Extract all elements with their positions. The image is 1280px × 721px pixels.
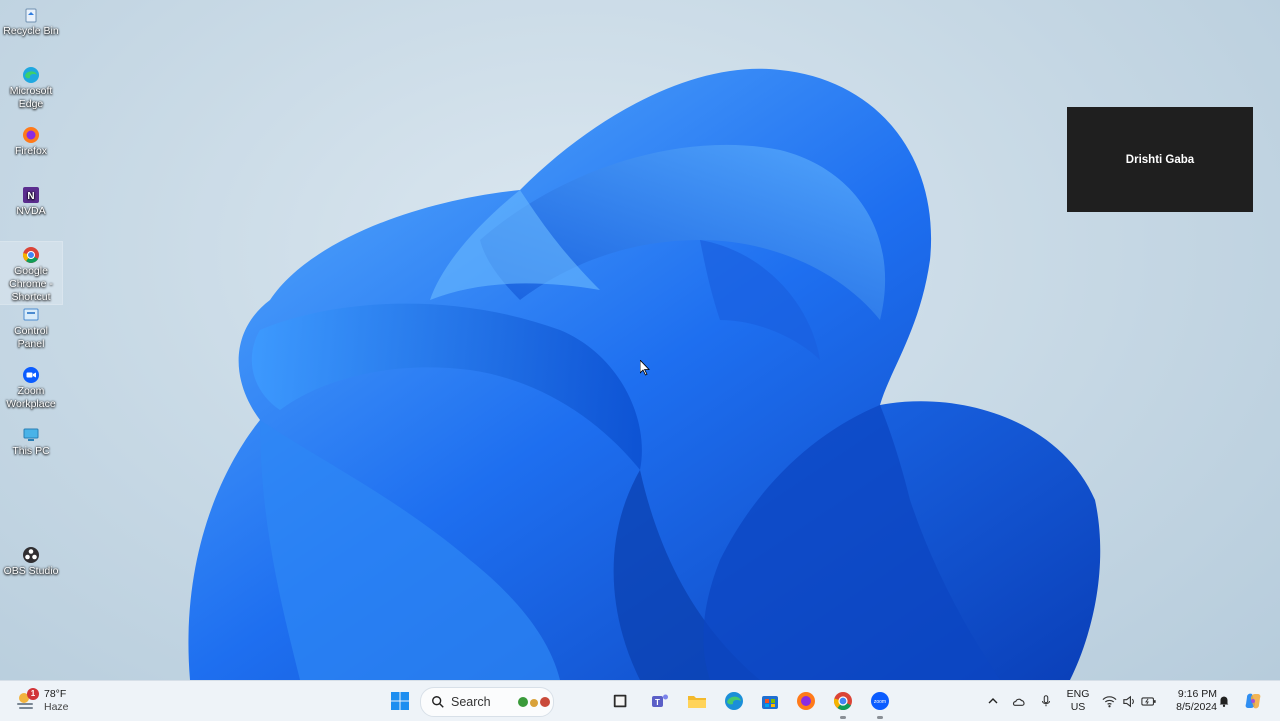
desktop-icon-chrome[interactable]: Google Chrome - Shortcut: [0, 241, 63, 305]
language-indicator[interactable]: ENG US: [1064, 688, 1092, 714]
chrome-icon: [833, 692, 852, 711]
taskbar-firefox[interactable]: [794, 689, 818, 713]
taskbar-file-explorer[interactable]: [685, 689, 709, 713]
chevron-up-icon: [988, 698, 998, 704]
windows-start-icon: [391, 692, 409, 710]
mouse-cursor-icon: [640, 360, 650, 376]
onedrive-tray[interactable]: [1007, 689, 1031, 713]
desktop-icon-obs[interactable]: OBS Studio: [0, 542, 62, 578]
desktop-icon-label: This PC: [12, 445, 50, 457]
weather-temperature: 78°F: [44, 688, 67, 700]
zoom-icon: [23, 367, 39, 383]
taskbar-edge[interactable]: [722, 689, 746, 713]
language-region: US: [1070, 701, 1086, 713]
desktop-icon-firefox[interactable]: Firefox: [0, 122, 62, 158]
nvda-icon: N: [23, 187, 39, 203]
control-panel-icon: [23, 308, 39, 321]
this-pc-icon: [23, 428, 39, 441]
taskbar-chrome[interactable]: [831, 689, 855, 719]
notification-badge: 1: [27, 688, 39, 700]
language-code: ENG: [1066, 688, 1090, 700]
wallpaper-bloom: [188, 68, 1101, 680]
show-hidden-icons-button[interactable]: [981, 689, 1005, 713]
onedrive-icon: [1012, 698, 1025, 706]
notifications-button[interactable]: [1212, 689, 1236, 713]
svg-text:N: N: [27, 191, 34, 202]
desktop-icon-control-panel[interactable]: Control Panel: [0, 302, 62, 351]
copilot-icon: [1245, 693, 1261, 709]
desktop-icon-label: OBS Studio: [3, 565, 59, 577]
chrome-icon: [23, 247, 39, 263]
desktop-icon-this-pc[interactable]: This PC: [0, 422, 62, 458]
task-view-button[interactable]: [609, 689, 633, 713]
firefox-icon: [797, 692, 815, 710]
participant-name: Drishti Gaba: [1125, 153, 1195, 166]
zoom-icon: zoom: [871, 692, 889, 710]
desktop-icon-label: Recycle Bin: [3, 25, 59, 37]
task-view-icon: [613, 694, 627, 708]
weather-widget[interactable]: 1 78°F Haze: [14, 685, 69, 717]
taskbar-teams[interactable]: T: [648, 689, 672, 713]
battery-icon: [1141, 696, 1156, 706]
clock[interactable]: 9:16 PM 8/5/2024: [1165, 688, 1217, 714]
search-label: Search: [451, 695, 491, 709]
copilot-button[interactable]: [1241, 689, 1265, 713]
taskbar: 1 78°F Haze Search T zoom ENG US 9:16 PM…: [0, 680, 1280, 721]
clock-time: 9:16 PM: [1177, 688, 1217, 700]
taskbar-search-box[interactable]: Search: [420, 687, 554, 717]
svg-text:T: T: [655, 698, 660, 707]
obs-icon: [23, 547, 39, 563]
microphone-icon: [1041, 695, 1051, 707]
desktop-icon-edge[interactable]: Microsoft Edge: [0, 62, 62, 111]
search-icon: [432, 696, 444, 708]
desktop-icon-label: Microsoft Edge: [9, 85, 53, 110]
store-icon: [762, 696, 778, 709]
edge-icon: [725, 692, 743, 710]
wifi-icon: [1102, 695, 1116, 707]
teams-icon: T: [652, 694, 668, 707]
start-button[interactable]: [388, 689, 412, 713]
clock-date: 8/5/2024: [1176, 701, 1217, 713]
widgets-icon: [518, 697, 550, 707]
desktop-icon-label: Control Panel: [14, 325, 48, 350]
recycle-bin-icon: [25, 8, 37, 23]
taskbar-zoom[interactable]: zoom: [868, 689, 892, 719]
desktop-icon-label: Firefox: [14, 145, 48, 157]
weather-condition: Haze: [44, 701, 69, 713]
desktop-icon-recycle-bin[interactable]: Recycle Bin: [0, 2, 62, 38]
bell-icon: [1219, 696, 1229, 707]
desktop-icon-label: NVDA: [16, 205, 46, 217]
desktop-icon-zoom[interactable]: Zoom Workplace: [0, 362, 62, 411]
desktop-icon-label: Zoom Workplace: [6, 385, 56, 410]
desktop-icon-label: Google Chrome - Shortcut: [9, 265, 53, 303]
battery-tray[interactable]: [1137, 689, 1161, 713]
file-explorer-icon: [688, 696, 706, 708]
zoom-participant-tile[interactable]: Drishti Gaba: [1067, 107, 1253, 212]
svg-text:zoom: zoom: [874, 699, 886, 705]
edge-icon: [23, 67, 39, 83]
microphone-tray[interactable]: [1034, 689, 1058, 713]
firefox-icon: [23, 127, 39, 143]
taskbar-store[interactable]: [758, 689, 782, 713]
volume-icon: [1122, 695, 1134, 707]
desktop-icon-nvda[interactable]: N NVDA: [0, 182, 62, 218]
